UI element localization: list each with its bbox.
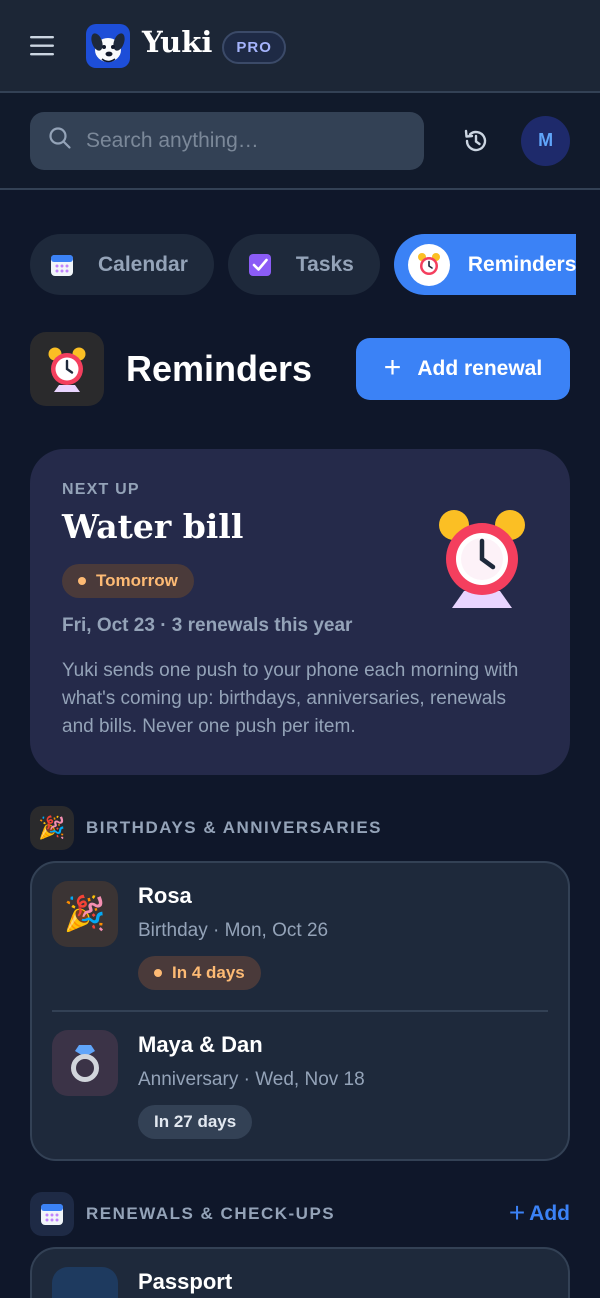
- calendar-icon: [30, 1192, 74, 1236]
- section-title: RENEWALS & CHECK-UPS: [86, 1204, 336, 1223]
- item-name: Maya & Dan: [138, 1032, 263, 1057]
- next-up-card[interactable]: NEXT UP Water bill Tomorrow Fri, Oct 23 …: [30, 449, 570, 775]
- add-link-label: Add: [529, 1202, 570, 1225]
- item-name: Passport: [138, 1269, 233, 1294]
- status-dot-icon: [154, 969, 162, 977]
- section-title: BIRTHDAYS & ANNIVERSARIES: [86, 818, 383, 837]
- party-popper-icon: 🎉: [30, 806, 74, 850]
- item-detail: Anniversary · Wed, Nov 18: [138, 1069, 365, 1090]
- dog-logo-icon[interactable]: [86, 23, 130, 68]
- tab-tasks[interactable]: Tasks: [227, 234, 380, 295]
- ring-icon: [52, 1030, 118, 1096]
- countdown-label: In 4 days: [172, 963, 245, 982]
- renewals-list: Passport: [30, 1247, 570, 1298]
- checkbox-icon: [242, 247, 278, 283]
- tab-label: Reminders: [467, 252, 576, 276]
- plus-icon: +: [508, 1196, 526, 1228]
- next-up-meta: Fri, Oct 23 · 3 renewals this year: [62, 615, 353, 636]
- birthdays-list: 🎉 Rosa Birthday · Mon, Oct 26 In 4 days …: [30, 861, 570, 1161]
- history-icon[interactable]: [454, 119, 497, 163]
- countdown-badge: In 4 days: [138, 956, 261, 990]
- search-icon: [48, 126, 72, 155]
- alarm-clock-icon: [407, 243, 450, 286]
- tab-label: Tasks: [295, 252, 354, 276]
- search-box[interactable]: [30, 111, 425, 170]
- page-title: Reminders: [126, 348, 313, 389]
- countdown-label: In 27 days: [154, 1112, 237, 1131]
- plus-icon: +: [383, 350, 402, 384]
- app-name: Yuki: [142, 24, 213, 59]
- due-badge: Tomorrow: [62, 564, 194, 598]
- party-popper-icon: 🎉: [52, 881, 118, 947]
- list-item[interactable]: Passport: [32, 1249, 568, 1298]
- list-item[interactable]: Maya & Dan Anniversary · Wed, Nov 18 In …: [52, 1010, 548, 1159]
- status-dot-icon: [78, 577, 86, 585]
- search-input[interactable]: [86, 128, 386, 153]
- alarm-clock-icon: [30, 332, 104, 406]
- birthdays-section-header: 🎉 BIRTHDAYS & ANNIVERSARIES: [30, 806, 570, 850]
- tab-calendar[interactable]: Calendar: [30, 234, 214, 295]
- due-badge-label: Tomorrow: [96, 571, 178, 590]
- user-avatar[interactable]: M: [521, 115, 570, 166]
- renewals-section-header: RENEWALS & CHECK-UPS + Add: [30, 1192, 570, 1236]
- pro-badge: PRO: [222, 31, 286, 64]
- page-header: Reminders + Add renewal: [30, 332, 570, 406]
- hamburger-menu-icon[interactable]: [30, 26, 70, 66]
- tab-reminders[interactable]: Reminders: [393, 234, 576, 295]
- alarm-clock-icon: [434, 507, 530, 616]
- calendar-icon: [44, 247, 80, 283]
- app-header: Yuki PRO: [0, 0, 600, 93]
- add-renewal-button[interactable]: + Add renewal: [356, 338, 570, 400]
- next-up-eyebrow: NEXT UP: [62, 481, 140, 498]
- countdown-badge: In 27 days: [138, 1105, 253, 1139]
- list-item[interactable]: 🎉 Rosa Birthday · Mon, Oct 26 In 4 days: [32, 863, 568, 1010]
- next-up-description: Yuki sends one push to your phone each m…: [62, 660, 519, 737]
- tab-label: Calendar: [98, 252, 188, 276]
- item-detail: Birthday · Mon, Oct 26: [138, 920, 329, 941]
- view-tabs: Calendar Tasks Reminders: [30, 234, 576, 295]
- passport-icon: [52, 1267, 118, 1298]
- search-bar: M: [0, 93, 600, 190]
- add-renewal-link[interactable]: + Add: [508, 1196, 570, 1228]
- item-name: Rosa: [138, 883, 192, 908]
- add-renewal-label: Add renewal: [417, 357, 543, 380]
